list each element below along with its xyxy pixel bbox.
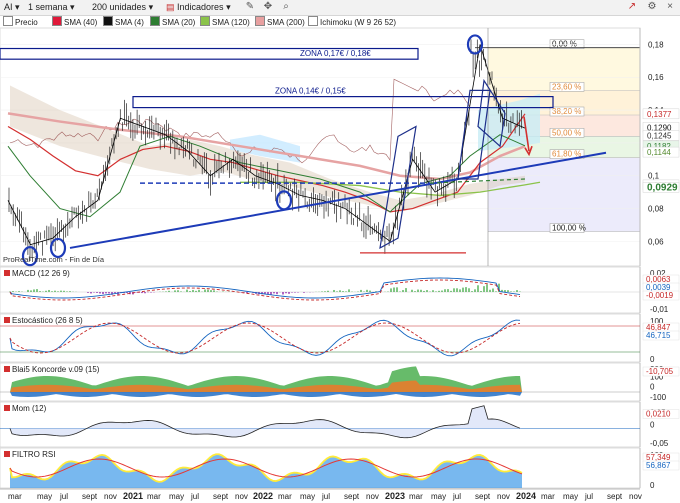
price-badge-label: 0,1144 bbox=[647, 148, 671, 157]
time-axis-label: 2023 bbox=[385, 491, 405, 501]
price-badge-label: 0,1245 bbox=[647, 132, 672, 141]
time-axis-label: sept bbox=[607, 492, 623, 501]
time-axis-label: jul bbox=[59, 492, 68, 501]
time-axis-label: 2022 bbox=[253, 491, 273, 501]
time-axis-label: 2024 bbox=[516, 491, 536, 501]
time-axis-label: may bbox=[563, 492, 578, 501]
indicator-title: FILTRO RSI bbox=[12, 450, 55, 459]
fibo-label: 50,00 % bbox=[552, 128, 581, 137]
indicator-value: 0,0210 bbox=[646, 410, 671, 419]
indicator-title: Blai5 Koncorde v.09 (15) bbox=[12, 365, 100, 374]
price-tick-label: 0,08 bbox=[648, 205, 664, 214]
time-axis-label: sept bbox=[213, 492, 229, 501]
time-axis-label: jul bbox=[452, 492, 461, 501]
indicator-icon bbox=[4, 317, 10, 323]
source-label: ProRealTime.com - Fin de Día bbox=[3, 255, 105, 264]
price-tick-label: 0,18 bbox=[648, 40, 664, 49]
indicator-tick-label: 0 bbox=[650, 355, 655, 364]
time-axis-label: may bbox=[37, 492, 52, 501]
time-axis-label: may bbox=[169, 492, 184, 501]
chart-area[interactable]: 0,00 %23,60 %38,20 %50,00 %61,80 %100,00… bbox=[0, 0, 680, 503]
indicator-tick-label: 0 bbox=[650, 383, 655, 392]
zone-label: ZONA 0,14€ / 0,15€ bbox=[275, 86, 346, 95]
time-axis-label: sept bbox=[475, 492, 491, 501]
time-axis-label: nov bbox=[104, 492, 117, 501]
price-badge-label: 0,0929 bbox=[647, 182, 678, 193]
price-tick-label: 0,1 bbox=[648, 172, 660, 181]
indicator-title: Estocástico (26 8 5) bbox=[12, 316, 83, 325]
indicator-tick-label: 0 bbox=[650, 481, 655, 490]
indicator-value: -0,0019 bbox=[646, 291, 674, 300]
indicator-panel bbox=[0, 266, 641, 314]
time-axis-label: 2021 bbox=[123, 491, 143, 501]
indicator-tick-label: -100 bbox=[650, 393, 667, 402]
indicator-icon bbox=[4, 270, 10, 276]
time-axis-label: may bbox=[431, 492, 446, 501]
time-axis-label: mar bbox=[409, 492, 423, 501]
price-badge-label: 0,1377 bbox=[647, 110, 672, 119]
time-axis-label: may bbox=[300, 492, 315, 501]
fibo-label: 23,60 % bbox=[552, 82, 581, 91]
time-axis-label: mar bbox=[147, 492, 161, 501]
time-axis-label: nov bbox=[235, 492, 248, 501]
indicator-tick-label: -0,01 bbox=[650, 305, 669, 314]
fibo-label: 100,00 % bbox=[552, 224, 586, 233]
indicator-tick-label: 0 bbox=[650, 421, 655, 430]
indicator-tick-label: -0,05 bbox=[650, 439, 669, 448]
zone-label: ZONA 0,17€ / 0,18€ bbox=[300, 49, 371, 58]
time-axis-label: mar bbox=[8, 492, 22, 501]
time-axis-label: sept bbox=[344, 492, 360, 501]
time-axis-label: jul bbox=[190, 492, 199, 501]
indicator-title: MACD (12 26 9) bbox=[12, 269, 70, 278]
indicator-title: Mom (12) bbox=[12, 404, 47, 413]
price-tick-label: 0,06 bbox=[648, 237, 664, 246]
indicator-icon bbox=[4, 366, 10, 372]
price-tick-label: 0,16 bbox=[648, 73, 664, 82]
time-axis-label: nov bbox=[366, 492, 379, 501]
time-axis-label: nov bbox=[497, 492, 510, 501]
time-axis-label: jul bbox=[321, 492, 330, 501]
indicator-value: 46,715 bbox=[646, 331, 671, 340]
time-axis-label: mar bbox=[278, 492, 292, 501]
time-axis-label: sept bbox=[82, 492, 98, 501]
time-axis-label: nov bbox=[629, 492, 642, 501]
time-axis-label: mar bbox=[541, 492, 555, 501]
fibo-label: 38,20 % bbox=[552, 107, 581, 116]
indicator-value: 56,867 bbox=[646, 461, 671, 470]
indicator-value: -10,705 bbox=[646, 367, 674, 376]
indicator-icon bbox=[4, 405, 10, 411]
indicator-icon bbox=[4, 451, 10, 457]
time-axis-label: jul bbox=[584, 492, 593, 501]
